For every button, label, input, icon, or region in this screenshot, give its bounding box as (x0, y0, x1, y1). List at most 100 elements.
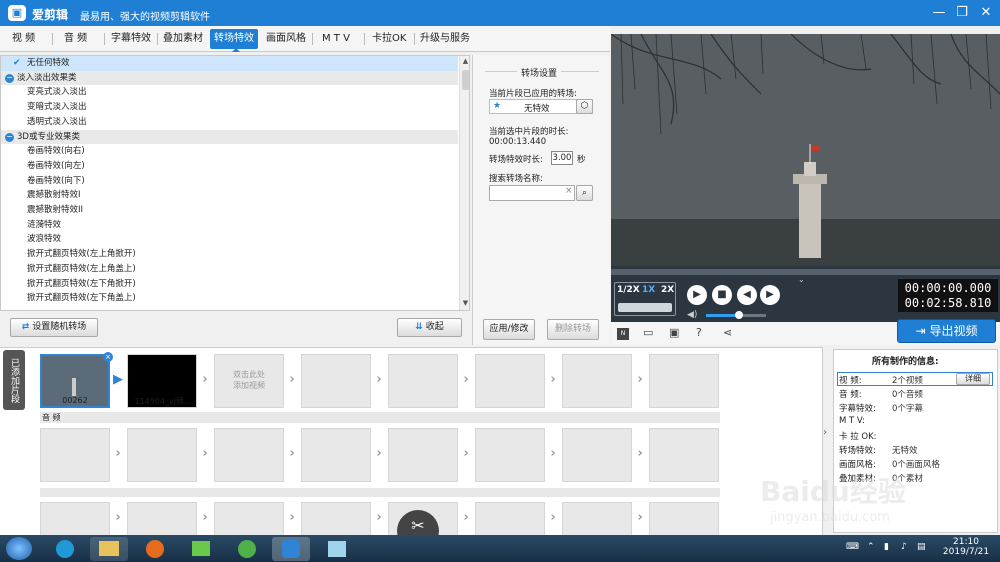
random-transition-button[interactable]: ⇄ 设置随机转场 (10, 318, 98, 337)
empty-slot[interactable] (562, 502, 632, 536)
export-video-button[interactable]: ⇥ 导出视频 (897, 319, 996, 343)
list-item[interactable]: 涟漪特效 (1, 218, 458, 233)
start-button[interactable] (6, 537, 32, 560)
list-item[interactable]: 震撼散射特效II (1, 203, 458, 218)
category-row[interactable]: − 3D或专业效果类 (1, 129, 458, 145)
restore-icon[interactable]: ❐ (951, 4, 973, 22)
empty-slot[interactable] (301, 354, 371, 408)
empty-slot[interactable] (127, 502, 197, 536)
added-clips-tab[interactable]: 已添加片段 (3, 350, 25, 410)
empty-slot[interactable] (301, 502, 371, 536)
expand-icon[interactable]: › (823, 427, 827, 438)
audio-slot[interactable] (388, 428, 458, 482)
close-icon[interactable]: ✕ (975, 4, 997, 22)
tray-device-icon[interactable]: ▮ (884, 542, 889, 552)
empty-slot[interactable] (475, 354, 545, 408)
detail-button[interactable]: 详细 (956, 373, 990, 385)
list-item[interactable]: 卷画特效(向右) (1, 144, 458, 159)
list-item[interactable]: 波浪特效 (1, 232, 458, 247)
audio-slot[interactable] (649, 428, 719, 482)
film-app-icon[interactable] (46, 537, 84, 561)
minimize-icon[interactable]: — (928, 4, 950, 22)
search-transition-input[interactable] (489, 185, 575, 201)
list-item[interactable]: 变暗式淡入淡出 (1, 100, 458, 115)
notebook-icon[interactable] (318, 537, 356, 561)
audio-slot[interactable] (562, 428, 632, 482)
audio-slot[interactable] (475, 428, 545, 482)
collapse-icon[interactable]: − (5, 132, 14, 142)
tab-video[interactable]: 视 频 (8, 29, 39, 49)
volume-icon[interactable]: ◀) (687, 310, 697, 320)
new-project-icon[interactable]: N (617, 328, 629, 340)
tray-keyboard-icon[interactable]: ⌨ (846, 542, 859, 552)
previous-frame-icon[interactable]: ◀ (737, 285, 757, 305)
audio-slot[interactable] (127, 428, 197, 482)
cube-icon[interactable]: ⬡ (576, 99, 593, 114)
category-row[interactable]: − 淡入淡出效果类 (1, 70, 458, 86)
empty-slot[interactable] (562, 354, 632, 408)
media-player-icon[interactable] (182, 537, 220, 561)
list-item[interactable]: ✔ 无任何特效 (1, 56, 458, 71)
remove-clip-icon[interactable]: × (103, 352, 113, 362)
empty-slot[interactable] (475, 502, 545, 536)
save-icon[interactable]: ▣ (669, 326, 679, 339)
list-item[interactable]: 掀开式翻页特效(左上角盖上) (1, 262, 458, 277)
collapse-icon[interactable]: − (5, 73, 14, 83)
explorer-icon[interactable] (90, 537, 128, 561)
share-icon[interactable]: ⋖ (723, 326, 732, 339)
tab-picture-style[interactable]: 画面风格 (262, 29, 310, 49)
speed-double[interactable]: 2X (661, 285, 674, 295)
speed-slider[interactable] (618, 303, 672, 312)
tray-chevron-icon[interactable]: ⌃ (867, 542, 875, 552)
play-icon[interactable]: ▶ (687, 285, 707, 305)
scroll-thumb[interactable] (462, 70, 469, 90)
tray-network-icon[interactable]: ▤ (917, 542, 926, 552)
next-frame-icon[interactable]: ▶ (760, 285, 780, 305)
empty-slot[interactable] (40, 502, 110, 536)
list-item[interactable]: 掀开式翻页特效(左下角盖上) (1, 291, 458, 306)
scroll-up-icon[interactable]: ▲ (460, 57, 469, 65)
list-scrollbar[interactable]: ▲ ▼ (459, 56, 469, 310)
tab-overlay[interactable]: 叠加素材 (159, 29, 207, 49)
list-item[interactable]: 透明式淡入淡出 (1, 115, 458, 130)
list-item[interactable]: 卷画特效(向左) (1, 159, 458, 174)
apply-button[interactable]: 应用/修改 (483, 319, 535, 340)
refresh-app-icon[interactable] (228, 537, 266, 561)
playback-progress[interactable] (611, 269, 1000, 275)
folder-icon[interactable]: ▭ (643, 326, 653, 339)
empty-slot[interactable] (649, 502, 719, 536)
effect-duration-input[interactable]: 3.00 (551, 151, 573, 165)
volume-knob[interactable] (735, 311, 743, 319)
video-editor-icon[interactable] (272, 537, 310, 561)
firefox-icon[interactable] (136, 537, 174, 561)
speed-half[interactable]: 1/2X (617, 285, 640, 295)
search-icon[interactable]: ⌕ (576, 185, 593, 201)
tab-karaoke[interactable]: 卡拉OK (368, 29, 410, 49)
audio-slot[interactable] (214, 428, 284, 482)
audio-slot[interactable] (40, 428, 110, 482)
tab-audio[interactable]: 音 频 (60, 29, 91, 49)
tab-upgrade[interactable]: 升级与服务 (416, 29, 474, 49)
tab-mtv[interactable]: M T V (318, 29, 354, 49)
tray-volume-icon[interactable]: ♪ (901, 542, 907, 552)
add-video-slot[interactable]: 双击此处 添加视频 (214, 354, 284, 408)
list-item[interactable]: 震撼散射特效I (1, 188, 458, 203)
empty-slot[interactable] (388, 354, 458, 408)
scroll-down-icon[interactable]: ▼ (460, 299, 469, 307)
list-item[interactable]: 卷画特效(向下) (1, 174, 458, 189)
list-item[interactable]: 变亮式淡入淡出 (1, 85, 458, 100)
list-item[interactable]: 掀开式翻页特效(左下角掀开) (1, 277, 458, 292)
clock[interactable]: 21:10 2019/7/21 (940, 537, 992, 557)
empty-slot[interactable] (214, 502, 284, 536)
stop-icon[interactable]: ■ (712, 285, 732, 305)
speed-normal[interactable]: 1X (642, 285, 655, 295)
empty-slot[interactable] (649, 354, 719, 408)
tab-subtitle-effects[interactable]: 字幕特效 (107, 29, 155, 49)
audio-slot[interactable] (301, 428, 371, 482)
delete-transition-button[interactable]: 删除转场 (547, 319, 599, 340)
clear-icon[interactable]: × (565, 186, 573, 196)
tab-transitions[interactable]: 转场特效 (210, 29, 258, 49)
chevron-down-icon[interactable]: ⌄ (798, 275, 805, 284)
collapse-button[interactable]: ⇊ 收起 (397, 318, 462, 337)
list-item[interactable]: 掀开式翻页特效(左上角掀开) (1, 247, 458, 262)
